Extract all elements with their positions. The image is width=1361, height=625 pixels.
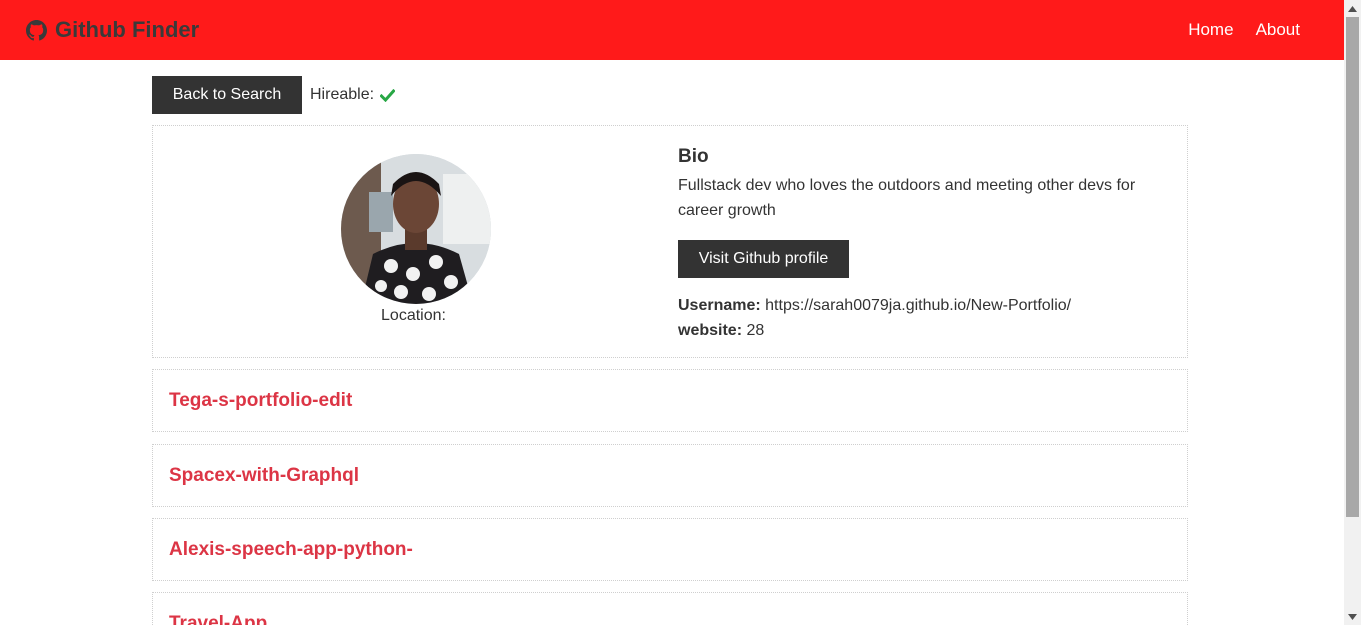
- hireable-label: Hireable:: [310, 86, 375, 103]
- avatar: [341, 154, 491, 304]
- navbar: Github Finder Home About: [0, 0, 1344, 60]
- hireable-status: Hireable:: [310, 86, 396, 104]
- brand[interactable]: Github Finder: [26, 17, 199, 43]
- repo-link[interactable]: Alexis-speech-app-python-: [169, 539, 413, 561]
- profile-left-column: Location:: [153, 126, 678, 357]
- vertical-scrollbar[interactable]: [1344, 0, 1361, 625]
- scroll-up-arrow-icon[interactable]: [1344, 0, 1361, 17]
- scrollbar-thumb[interactable]: [1346, 17, 1359, 517]
- location-label: Location:: [381, 307, 446, 324]
- profile-card: Location: Bio Fullstack dev who loves th…: [152, 125, 1188, 358]
- website-line: website: 28: [678, 318, 1168, 343]
- nav-about-link[interactable]: About: [1256, 20, 1300, 40]
- bio-heading: Bio: [678, 146, 709, 167]
- check-icon: [380, 88, 396, 102]
- nav-home-link[interactable]: Home: [1188, 20, 1233, 40]
- github-icon: [26, 19, 47, 41]
- repo-link[interactable]: Travel-App: [169, 613, 267, 625]
- visit-github-profile-button[interactable]: Visit Github profile: [678, 240, 849, 278]
- website-value: 28: [746, 322, 765, 339]
- username-label: Username:: [678, 297, 761, 314]
- nav-links: Home About: [1188, 20, 1300, 40]
- profile-right-column: Bio Fullstack dev who loves the outdoors…: [678, 146, 1168, 343]
- website-label: website:: [678, 322, 743, 339]
- bio-text: Fullstack dev who loves the outdoors and…: [678, 177, 1136, 219]
- username-line: Username: https://sarah0079ja.github.io/…: [678, 293, 1168, 318]
- repo-card: Travel-App: [152, 592, 1188, 625]
- username-value: https://sarah0079ja.github.io/New-Portfo…: [765, 297, 1072, 314]
- page: Github Finder Home About Back to Search …: [0, 0, 1344, 625]
- top-row: Back to Search Hireable:: [152, 76, 396, 114]
- location: Location:: [153, 307, 678, 325]
- back-to-search-button[interactable]: Back to Search: [152, 76, 302, 114]
- scroll-down-arrow-icon[interactable]: [1344, 608, 1361, 625]
- repo-card: Alexis-speech-app-python-: [152, 518, 1188, 581]
- repo-card: Tega-s-portfolio-edit: [152, 369, 1188, 432]
- repo-card: Spacex-with-Graphql: [152, 444, 1188, 507]
- app-title: Github Finder: [55, 17, 200, 42]
- repo-link[interactable]: Spacex-with-Graphql: [169, 465, 359, 487]
- repo-link[interactable]: Tega-s-portfolio-edit: [169, 390, 352, 412]
